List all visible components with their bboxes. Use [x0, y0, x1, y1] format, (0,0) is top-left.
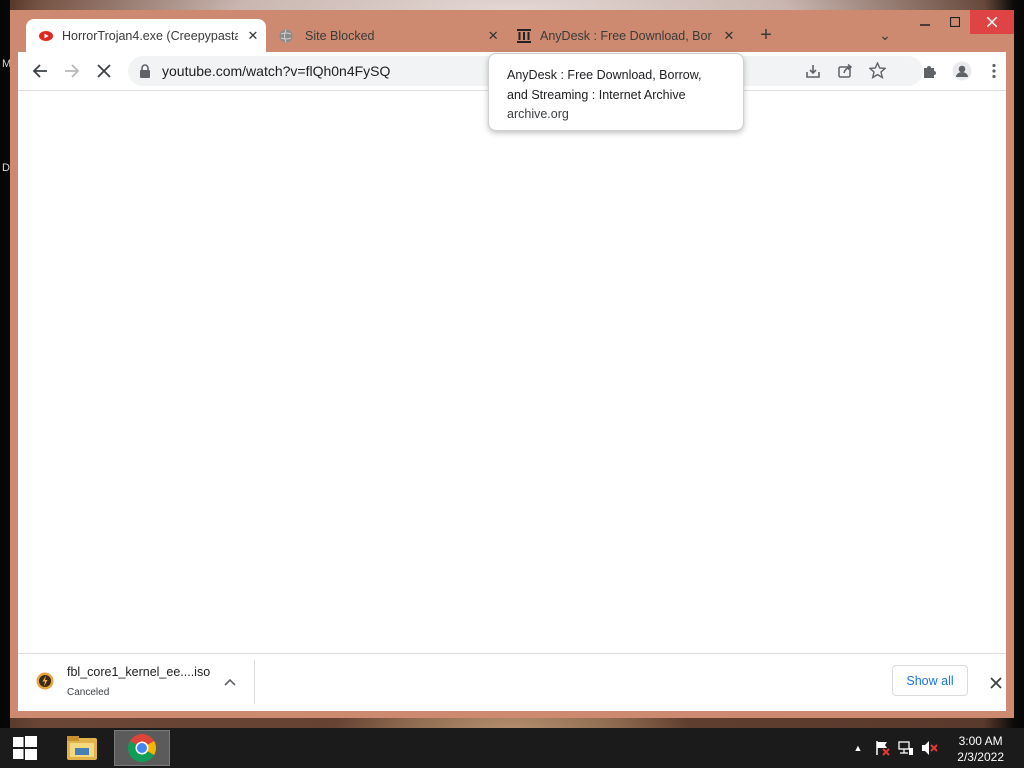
- hover-card-url: archive.org: [507, 107, 569, 121]
- new-tab-button[interactable]: +: [754, 19, 778, 52]
- minimize-icon: [920, 24, 930, 26]
- taskbar: ▲ 3:00 AM 2/3/2022: [0, 728, 1024, 768]
- page-content[interactable]: [18, 91, 1006, 653]
- close-icon: [990, 677, 1002, 689]
- maximize-button[interactable]: [940, 10, 970, 34]
- tab-title: AnyDesk : Free Download, Borrow: [540, 28, 712, 43]
- volume-muted-icon[interactable]: [921, 740, 939, 756]
- window-controls: [910, 10, 1014, 34]
- stop-loading-button[interactable]: [90, 57, 118, 85]
- tab-hover-card: AnyDesk : Free Download, Borrow, and Str…: [488, 53, 744, 131]
- shelf-divider: [254, 660, 255, 704]
- install-app-icon[interactable]: [805, 63, 821, 84]
- lock-icon[interactable]: [139, 64, 151, 83]
- chrome-icon: [128, 734, 156, 762]
- tab-search-button[interactable]: ⌄: [874, 19, 896, 52]
- avatar-icon: [952, 61, 972, 81]
- download-shelf: fbl_core1_kernel_ee....iso Canceled Show…: [18, 653, 1006, 711]
- back-button[interactable]: [26, 57, 54, 85]
- system-clock[interactable]: 3:00 AM 2/3/2022: [957, 733, 1004, 765]
- tab-anydesk[interactable]: AnyDesk : Free Download, Borrow ✕: [514, 19, 740, 52]
- show-hidden-icons-button[interactable]: ▲: [849, 740, 867, 756]
- kebab-menu-icon: [992, 63, 996, 79]
- clock-time: 3:00 AM: [958, 734, 1003, 748]
- share-icon[interactable]: [837, 63, 853, 84]
- start-button[interactable]: [0, 730, 50, 766]
- show-all-downloads-button[interactable]: Show all: [892, 665, 968, 696]
- download-file-icon: [36, 672, 54, 695]
- youtube-icon: [38, 28, 54, 44]
- maximize-icon: [950, 17, 960, 27]
- back-arrow-icon: [32, 64, 47, 78]
- forward-arrow-icon: [65, 64, 80, 78]
- url-text: youtube.com/watch?v=flQh0n4FySQ: [162, 63, 391, 79]
- tab-site-blocked[interactable]: Site Blocked ✕: [274, 19, 502, 52]
- minimize-button[interactable]: [910, 10, 940, 34]
- close-shelf-button[interactable]: [990, 676, 1002, 694]
- menu-button[interactable]: [980, 57, 1008, 85]
- bookmark-star-icon[interactable]: [868, 61, 887, 84]
- globe-icon: [278, 28, 294, 44]
- tab-title: Site Blocked: [305, 28, 375, 43]
- clock-date: 2/3/2022: [957, 750, 1004, 764]
- desktop-icon-label: D: [2, 162, 10, 174]
- archive-icon: [516, 28, 532, 44]
- chrome-taskbar-button[interactable]: [114, 730, 170, 766]
- stop-icon: [97, 64, 111, 78]
- hover-card-title: AnyDesk : Free Download, Borrow, and Str…: [507, 68, 702, 102]
- file-explorer-taskbar-button[interactable]: [54, 730, 110, 766]
- chevron-up-icon[interactable]: [224, 674, 236, 692]
- download-status: Canceled: [67, 687, 110, 698]
- extensions-button[interactable]: [916, 57, 944, 85]
- tab-title: HorrorTrojan4.exe (Creepypasta T: [62, 28, 238, 43]
- close-icon: [987, 17, 997, 27]
- puzzle-icon: [924, 66, 936, 78]
- forward-button[interactable]: [58, 57, 86, 85]
- profile-button[interactable]: [948, 57, 976, 85]
- windows-logo-icon: [13, 736, 37, 760]
- folder-icon: [67, 736, 97, 760]
- close-tab-button[interactable]: ✕: [720, 27, 738, 45]
- network-icon[interactable]: [897, 740, 915, 756]
- download-filename: fbl_core1_kernel_ee....iso: [67, 665, 211, 679]
- close-tab-button[interactable]: ✕: [244, 27, 262, 45]
- action-center-flag-icon[interactable]: [873, 740, 891, 756]
- close-tab-button[interactable]: ✕: [484, 27, 502, 45]
- browser-window: HorrorTrojan4.exe (Creepypasta T ✕ Site …: [10, 10, 1014, 718]
- close-window-button[interactable]: [970, 10, 1014, 34]
- tab-horrortrojan[interactable]: HorrorTrojan4.exe (Creepypasta T ✕: [26, 19, 266, 52]
